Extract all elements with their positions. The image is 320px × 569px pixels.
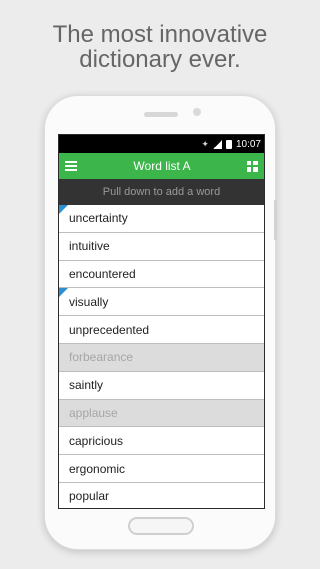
word-list-item[interactable]: forbearance: [59, 343, 264, 372]
word-list: uncertainty intuitive encountered visually u…: [59, 205, 264, 508]
grid-view-icon[interactable]: [246, 160, 258, 172]
phone-home-button[interactable]: [128, 517, 194, 535]
word-text: saintly: [69, 378, 104, 393]
status-time: 10:07: [235, 138, 261, 150]
phone-camera: [193, 108, 201, 116]
word-list-item[interactable]: visually: [59, 288, 264, 317]
word-text: capricious: [69, 433, 124, 448]
battery-icon: [225, 139, 232, 149]
word-text: applause: [69, 405, 118, 420]
word-text: intuitive: [69, 239, 110, 254]
notification-icon: ✦: [201, 138, 209, 149]
page-title: Word list A: [133, 159, 191, 173]
word-text: uncertainty: [69, 211, 128, 226]
app-bar: Word list A: [59, 153, 264, 179]
word-text: encountered: [69, 266, 136, 281]
app-screen: ✦ 10:07 Word list A Pull down to add a w…: [58, 134, 265, 509]
status-bar: ✦ 10:07: [59, 135, 264, 153]
word-text: ergonomic: [69, 461, 126, 476]
phone-side-button: [274, 200, 277, 240]
word-text: forbearance: [69, 350, 134, 365]
word-list-item[interactable]: capricious: [59, 427, 264, 456]
word-text: visually: [69, 294, 109, 309]
pull-to-add-hint[interactable]: Pull down to add a word: [59, 179, 264, 205]
word-list-item[interactable]: saintly: [59, 371, 264, 400]
tagline-line-2: dictionary ever.: [79, 46, 241, 73]
flag-corner-icon: [59, 205, 68, 214]
menu-icon[interactable]: [65, 161, 77, 171]
signal-icon: [212, 139, 222, 149]
word-list-item[interactable]: ergonomic: [59, 455, 264, 483]
flag-corner-icon: [59, 288, 68, 298]
word-list-item[interactable]: applause: [59, 399, 264, 428]
phone-speaker: [144, 112, 178, 117]
word-list-item[interactable]: popular: [59, 482, 264, 508]
tagline-line-1: The most innovative: [52, 21, 268, 48]
tagline: The most innovative dictionary ever.: [0, 22, 320, 72]
word-list-item[interactable]: intuitive: [59, 232, 264, 261]
word-list-item[interactable]: encountered: [59, 260, 264, 289]
word-text: popular: [69, 489, 110, 504]
word-list-item[interactable]: unprecedented: [59, 316, 264, 344]
word-text: unprecedented: [69, 322, 150, 337]
word-list-item[interactable]: uncertainty: [59, 205, 264, 233]
